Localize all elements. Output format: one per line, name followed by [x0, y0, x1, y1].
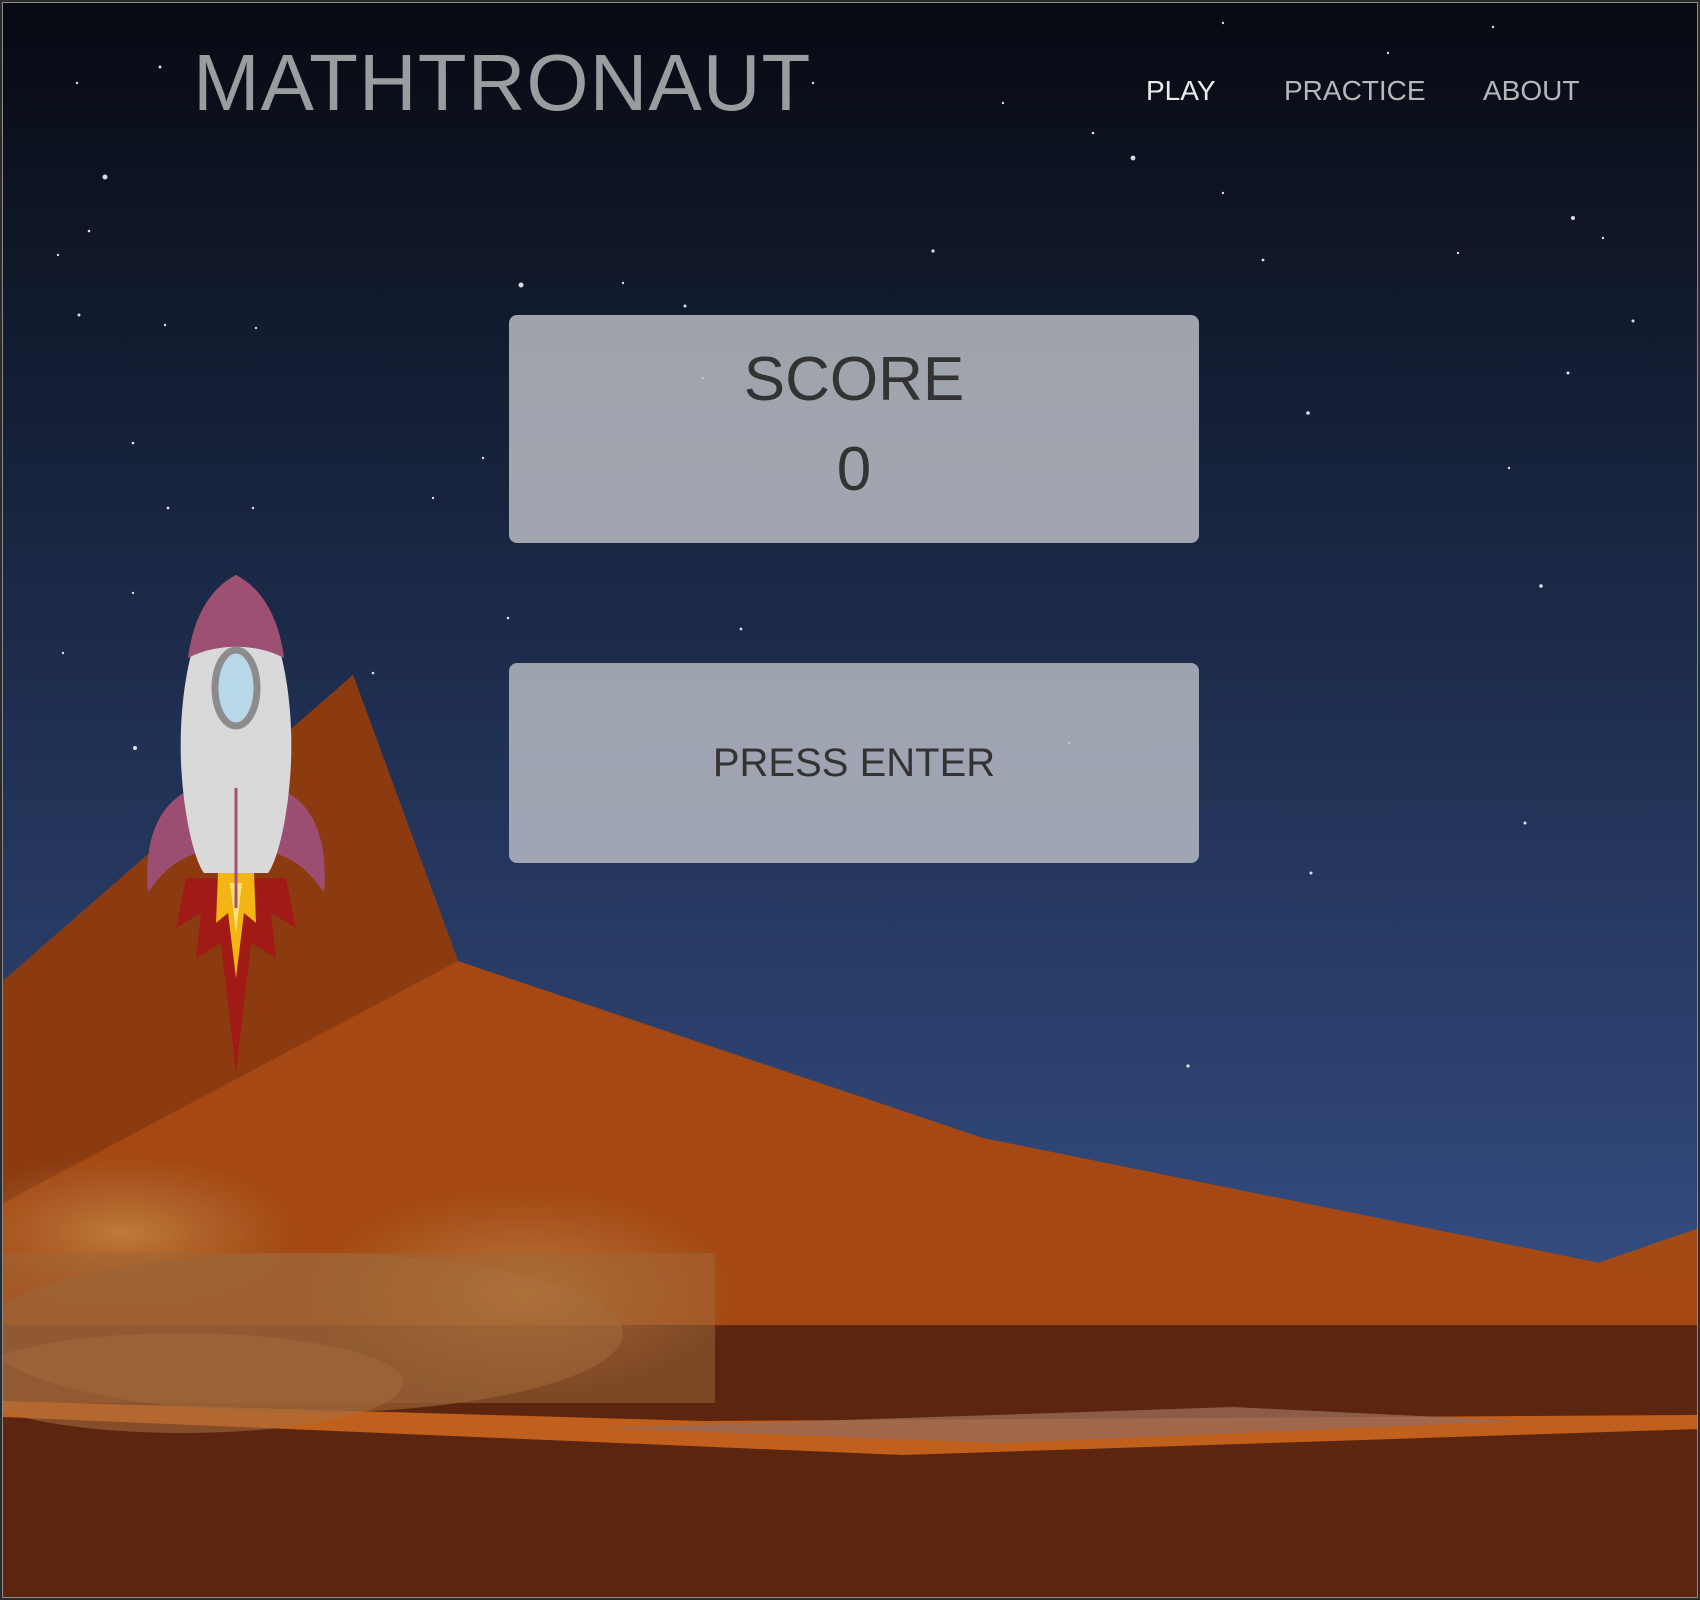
star — [371, 671, 375, 675]
star — [1491, 25, 1495, 29]
star — [87, 229, 91, 233]
nav-practice[interactable]: PRACTICE — [1284, 77, 1426, 105]
star — [1186, 1064, 1190, 1068]
star — [739, 627, 743, 631]
star — [131, 591, 135, 595]
star — [133, 746, 137, 750]
press-enter-label: PRESS ENTER — [712, 741, 996, 785]
star — [1523, 821, 1527, 825]
press-enter-button[interactable]: PRESS ENTER — [509, 663, 1199, 863]
score-label: SCORE — [743, 345, 965, 414]
star — [75, 81, 79, 85]
star — [621, 281, 625, 285]
star — [131, 441, 135, 445]
star — [163, 323, 167, 327]
star — [254, 326, 258, 330]
star — [481, 456, 485, 460]
star — [1261, 258, 1265, 262]
star — [1601, 236, 1605, 240]
star — [102, 174, 108, 180]
star — [77, 313, 81, 317]
star — [1631, 319, 1635, 323]
star — [1456, 251, 1460, 255]
game-stage: MATHTRONAUT PLAY PRACTICE ABOUT SCORE 0 … — [2, 2, 1698, 1598]
score-value: 0 — [836, 435, 872, 504]
star — [166, 506, 170, 510]
rocket-window — [211, 646, 261, 730]
star — [1571, 216, 1575, 220]
star — [56, 253, 60, 257]
star — [431, 496, 435, 500]
star — [158, 65, 162, 69]
nav-play[interactable]: PLAY — [1146, 77, 1216, 105]
star — [1306, 411, 1310, 415]
star — [1221, 191, 1225, 195]
star — [683, 304, 687, 308]
star — [1221, 21, 1225, 25]
star — [1386, 51, 1390, 55]
star — [251, 506, 255, 510]
star — [1566, 371, 1570, 375]
star — [1309, 871, 1313, 875]
nav-about[interactable]: ABOUT — [1483, 77, 1579, 105]
score-panel: SCORE 0 — [509, 315, 1199, 543]
star — [1091, 131, 1095, 135]
star — [1507, 466, 1511, 470]
star — [61, 651, 65, 655]
app-logo[interactable]: MATHTRONAUT — [193, 43, 811, 123]
star — [1001, 101, 1005, 105]
star — [518, 282, 524, 288]
star — [1539, 584, 1543, 588]
star — [931, 249, 935, 253]
star — [811, 81, 815, 85]
star — [506, 616, 510, 620]
star — [1130, 155, 1136, 161]
